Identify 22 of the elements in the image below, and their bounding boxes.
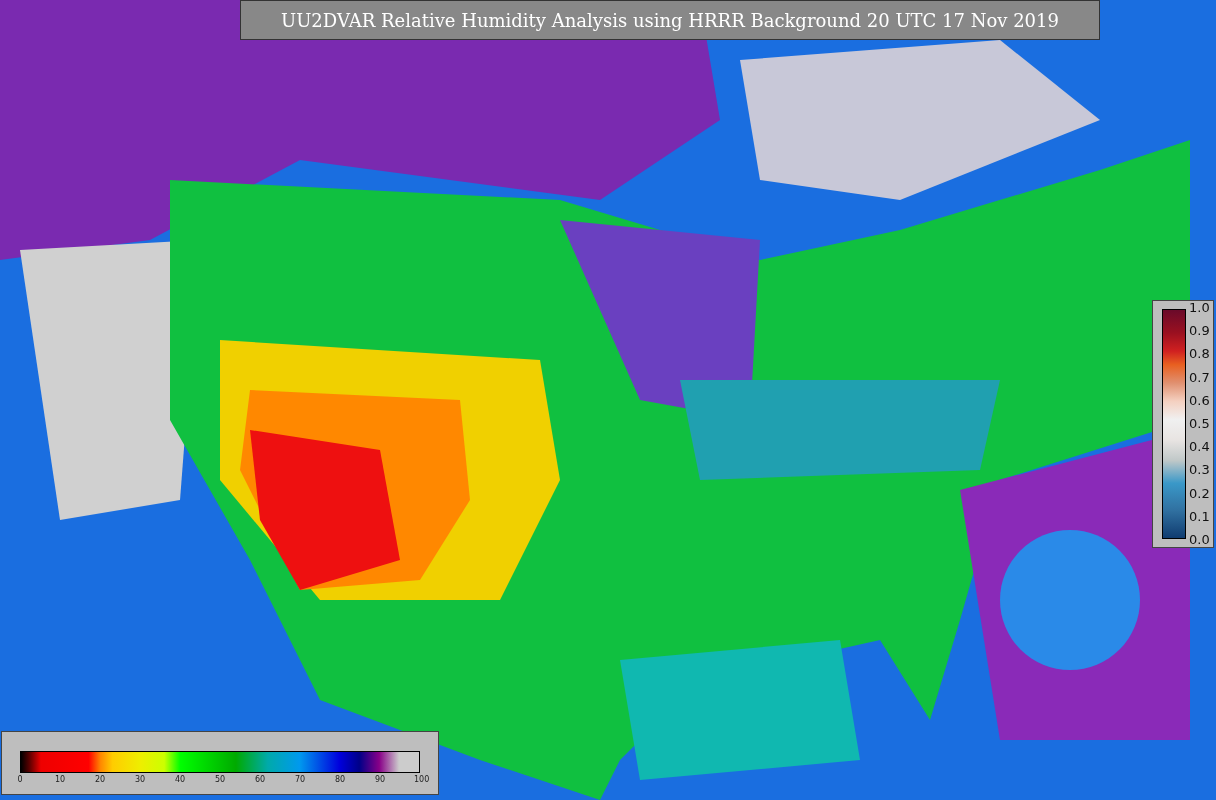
colorbar-tick-label: 0.6 bbox=[1189, 393, 1210, 408]
colorbar-tick-label: 70 bbox=[294, 775, 306, 784]
colorbar-tick-label: 0.1 bbox=[1189, 509, 1210, 524]
colorbar-tick-label: 0.7 bbox=[1189, 370, 1210, 385]
colorbar-tick-label: 30 bbox=[134, 775, 146, 784]
colorbar-tick-label: 0.5 bbox=[1189, 416, 1210, 431]
colorbar-tick-label: 20 bbox=[94, 775, 106, 784]
colorbar-tick-label: 0.9 bbox=[1189, 324, 1210, 339]
colorbar-tick-label: 40 bbox=[174, 775, 186, 784]
colorbar-tick-label: 10 bbox=[54, 775, 66, 784]
colorbar-tick-label: 90 bbox=[374, 775, 386, 784]
colorbar-tick-label: 50 bbox=[214, 775, 226, 784]
colorbar-tick-label: 0.4 bbox=[1189, 440, 1210, 455]
colorbar-tick-label: 60 bbox=[254, 775, 266, 784]
map-title: UU2DVAR Relative Humidity Analysis using HRRR Background 20 UTC 17 Nov 2019 bbox=[240, 0, 1100, 40]
colorbar-tick-label: 0.0 bbox=[1189, 532, 1210, 547]
colorbar-tick-label: 1.0 bbox=[1189, 301, 1210, 315]
colorbar-tick-label: 0.3 bbox=[1189, 463, 1210, 478]
colorbar-tick-label: 0.2 bbox=[1189, 486, 1210, 501]
colorbar-tick-label: 80 bbox=[334, 775, 346, 784]
colorbar-tick-label: 0.8 bbox=[1189, 347, 1210, 362]
colorbar-tick-label: 0 bbox=[16, 775, 24, 784]
